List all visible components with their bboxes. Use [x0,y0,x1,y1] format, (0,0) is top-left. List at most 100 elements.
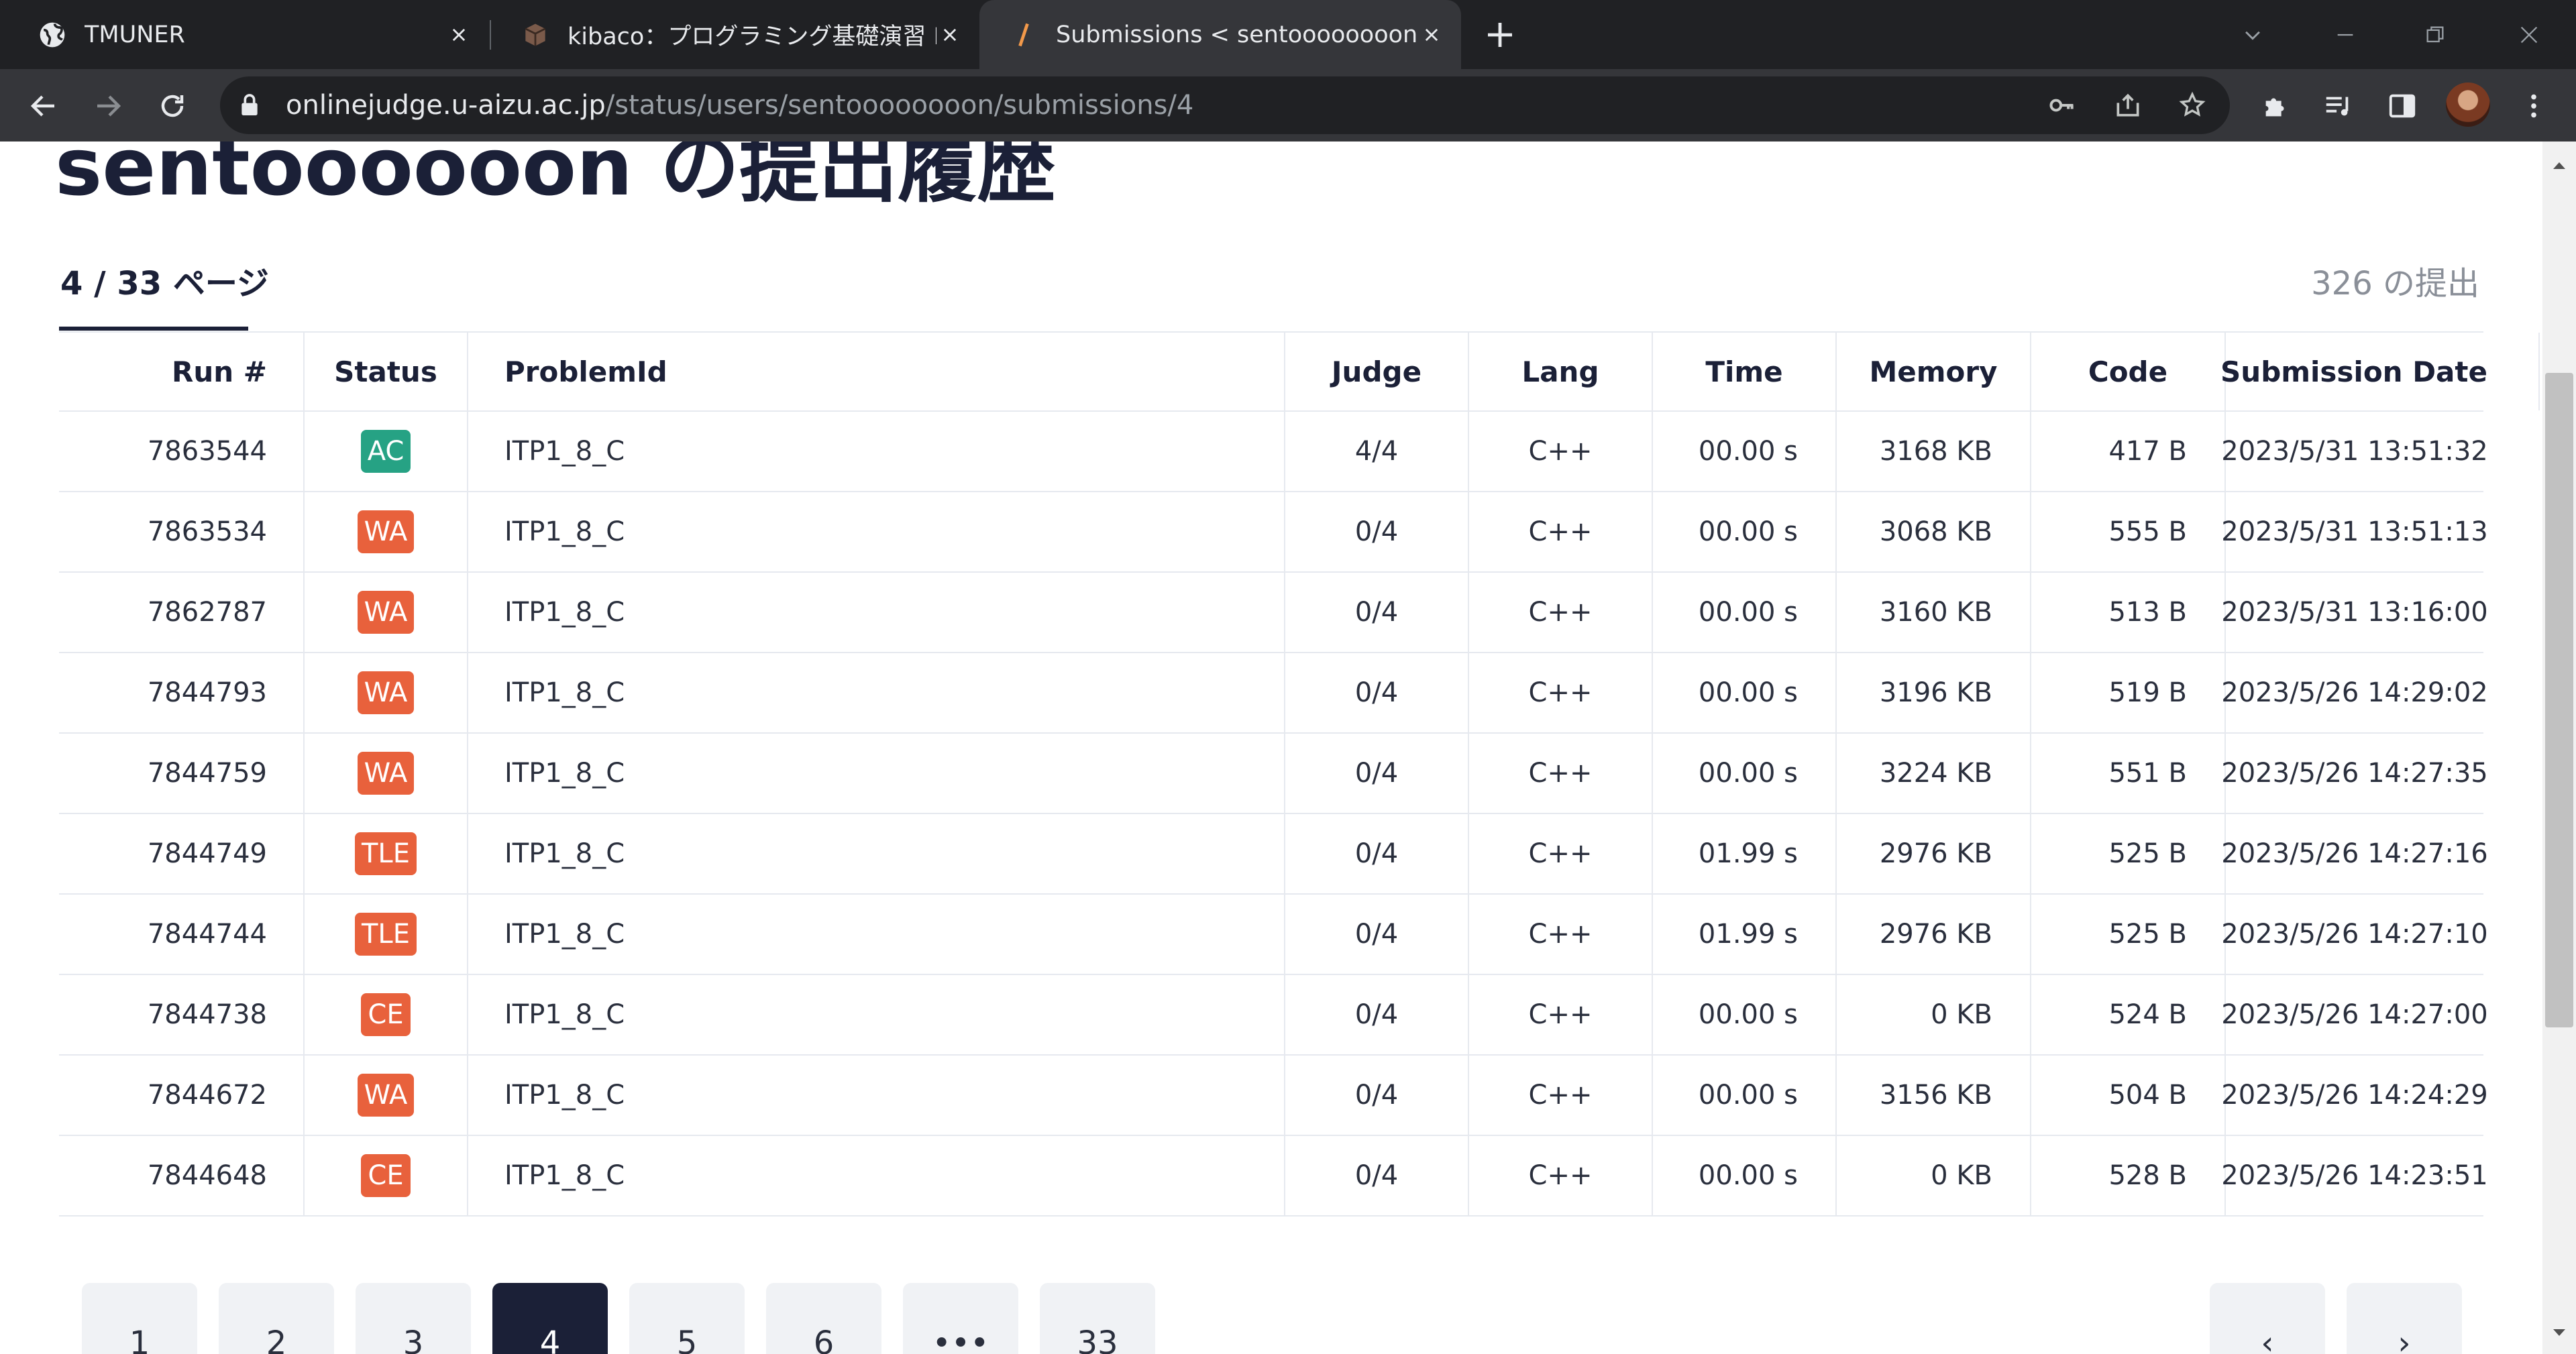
exec-time: 00.00 s [1652,975,1835,1054]
status-badge[interactable]: WA [357,752,415,795]
header-problem[interactable]: ProblemId [467,333,1284,410]
url-text[interactable]: onlinejudge.u-aizu.ac.jp/status/users/se… [286,89,1193,122]
status-badge[interactable]: WA [357,591,415,634]
header-lang[interactable]: Lang [1468,333,1652,410]
vertical-scrollbar[interactable] [2542,142,2576,1354]
run-number[interactable]: 7863544 [59,412,267,491]
run-number[interactable]: 7844738 [59,975,267,1054]
new-tab-icon[interactable] [1484,19,1516,51]
problem-id[interactable]: ITP1_8_C [467,412,1284,491]
page-indicator-tab[interactable]: 4 / 33 ページ [60,264,269,304]
status-badge[interactable]: CE [361,1154,411,1197]
memory-usage: 2976 KB [1835,814,2030,893]
address-bar[interactable]: onlinejudge.u-aizu.ac.jp/status/users/se… [220,76,2230,134]
close-window-icon[interactable] [2509,15,2549,55]
table-row: 7863534 WA ITP1_8_C 0/4 C++ 00.00 s 3068 KB 555… [59,492,2488,573]
run-number[interactable]: 7844793 [59,653,267,732]
code-size[interactable]: 555 B [2030,492,2224,571]
code-size[interactable]: 504 B [2030,1056,2224,1135]
submission-date: 2023/5/26 14:24:29 [2221,1056,2540,1135]
share-icon[interactable] [2113,91,2143,120]
problem-id[interactable]: ITP1_8_C [467,1136,1284,1215]
scroll-down-arrow-icon[interactable] [2542,1319,2576,1346]
browser-tab-kibaco[interactable]: kibaco：プログラミング基礎演習 II（ [491,0,979,69]
forward-arrow-icon[interactable] [89,87,127,125]
run-number[interactable]: 7844744 [59,895,267,974]
problem-id[interactable]: ITP1_8_C [467,895,1284,974]
language: C++ [1468,573,1652,652]
restore-icon[interactable] [2415,15,2455,55]
status-badge[interactable]: WA [357,1074,415,1117]
reload-icon[interactable] [153,87,192,125]
scrollbar-thumb[interactable] [2545,373,2573,1027]
table-header-row: Run # Status ProblemId Judge Lang Time M… [59,331,2540,412]
header-submission-date[interactable]: Submission Date [2220,333,2540,410]
status-badge[interactable]: WA [357,510,415,553]
language: C++ [1468,895,1652,974]
back-arrow-icon[interactable] [24,87,63,125]
status-badge[interactable]: WA [357,671,415,714]
page-button-2[interactable]: 2 [219,1283,334,1354]
code-size[interactable]: 524 B [2030,975,2224,1054]
code-size[interactable]: 528 B [2030,1136,2224,1215]
key-icon[interactable] [2047,91,2077,120]
prev-page-button[interactable]: ‹ [2210,1283,2325,1354]
header-code[interactable]: Code [2030,333,2224,410]
code-size[interactable]: 525 B [2030,895,2224,974]
problem-id[interactable]: ITP1_8_C [467,734,1284,813]
page-button-4[interactable]: 4 [492,1283,608,1354]
browser-tab-submissions[interactable]: Submissions < sentoooooooon < [979,0,1461,69]
close-tab-icon[interactable] [936,21,963,48]
status-badge[interactable]: CE [361,993,411,1036]
status-badge[interactable]: AC [360,430,411,473]
next-page-button[interactable]: › [2347,1283,2462,1354]
header-status[interactable]: Status [303,333,467,410]
run-number[interactable]: 7863534 [59,492,267,571]
minimize-icon[interactable] [2325,15,2365,55]
problem-id[interactable]: ITP1_8_C [467,975,1284,1054]
close-tab-icon[interactable] [1418,21,1445,48]
lock-icon[interactable] [236,91,263,119]
header-memory[interactable]: Memory [1835,333,2030,410]
page-button-3[interactable]: 3 [356,1283,471,1354]
code-size[interactable]: 551 B [2030,734,2224,813]
run-number[interactable]: 7844759 [59,734,267,813]
header-time[interactable]: Time [1652,333,1835,410]
profile-avatar[interactable] [2446,82,2490,127]
extensions-puzzle-icon[interactable] [2257,87,2296,125]
close-tab-icon[interactable] [445,21,472,48]
scroll-up-arrow-icon[interactable] [2542,152,2576,179]
code-size[interactable]: 417 B [2030,412,2224,491]
run-number[interactable]: 7844749 [59,814,267,893]
memory-usage: 3196 KB [1835,653,2030,732]
page-button-6[interactable]: 6 [766,1283,881,1354]
header-run[interactable]: Run # [59,333,267,410]
code-size[interactable]: 513 B [2030,573,2224,652]
judge-result: 0/4 [1284,895,1468,974]
pagination-ellipsis: ••• [903,1283,1018,1354]
browser-tab-tmuner[interactable]: TMUNER [0,0,488,69]
code-size[interactable]: 519 B [2030,653,2224,732]
tab-search-icon[interactable] [2233,15,2273,55]
header-judge[interactable]: Judge [1284,333,1468,410]
page-button-1[interactable]: 1 [82,1283,197,1354]
menu-kebab-icon[interactable] [2514,87,2553,125]
status-badge[interactable]: TLE [355,913,417,956]
page-button-5[interactable]: 5 [629,1283,745,1354]
exec-time: 00.00 s [1652,412,1835,491]
problem-id[interactable]: ITP1_8_C [467,492,1284,571]
bookmark-star-icon[interactable] [2178,91,2207,120]
globe-icon [40,22,65,47]
run-number[interactable]: 7844648 [59,1136,267,1215]
code-size[interactable]: 525 B [2030,814,2224,893]
media-control-icon[interactable] [2318,87,2357,125]
side-panel-icon[interactable] [2383,87,2422,125]
run-number[interactable]: 7844672 [59,1056,267,1135]
problem-id[interactable]: ITP1_8_C [467,1056,1284,1135]
problem-id[interactable]: ITP1_8_C [467,573,1284,652]
problem-id[interactable]: ITP1_8_C [467,653,1284,732]
page-button-33[interactable]: 33 [1040,1283,1155,1354]
status-badge[interactable]: TLE [355,832,417,875]
run-number[interactable]: 7862787 [59,573,267,652]
problem-id[interactable]: ITP1_8_C [467,814,1284,893]
